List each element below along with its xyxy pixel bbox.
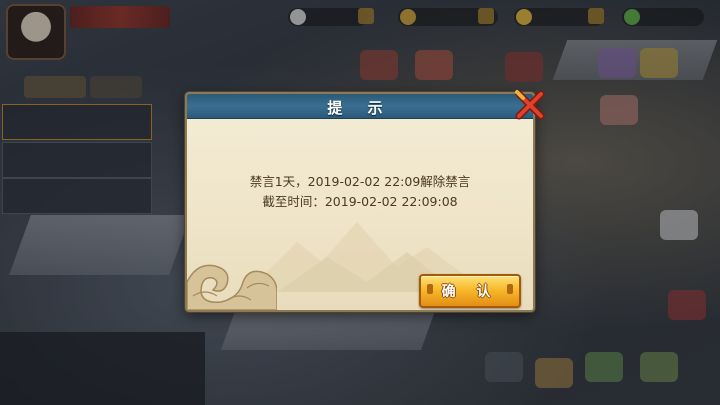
confirm-button[interactable]: 确 认 bbox=[419, 274, 521, 308]
mute-notice-text: 禁言1天，2019-02-02 22:09解除禁言 bbox=[249, 174, 471, 189]
dialog-message: 禁言1天，2019-02-02 22:09解除禁言 截至时间：2019-02-0… bbox=[187, 172, 533, 212]
wave-decoration bbox=[187, 264, 277, 310]
dialog-panel: 提 示 禁言1天，2019-02-02 22:09解除禁言 截至时间：2019-… bbox=[185, 92, 535, 312]
dialog-title: 提 示 bbox=[327, 99, 393, 117]
close-x-icon bbox=[515, 90, 545, 120]
notice-dialog: 提 示 禁言1天，2019-02-02 22:09解除禁言 截至时间：2019-… bbox=[185, 90, 545, 312]
close-button[interactable] bbox=[513, 88, 547, 122]
deadline-text: 截至时间：2019-02-02 22:09:08 bbox=[262, 194, 458, 209]
dialog-title-bar: 提 示 bbox=[187, 94, 533, 119]
confirm-button-label: 确 认 bbox=[441, 284, 499, 300]
